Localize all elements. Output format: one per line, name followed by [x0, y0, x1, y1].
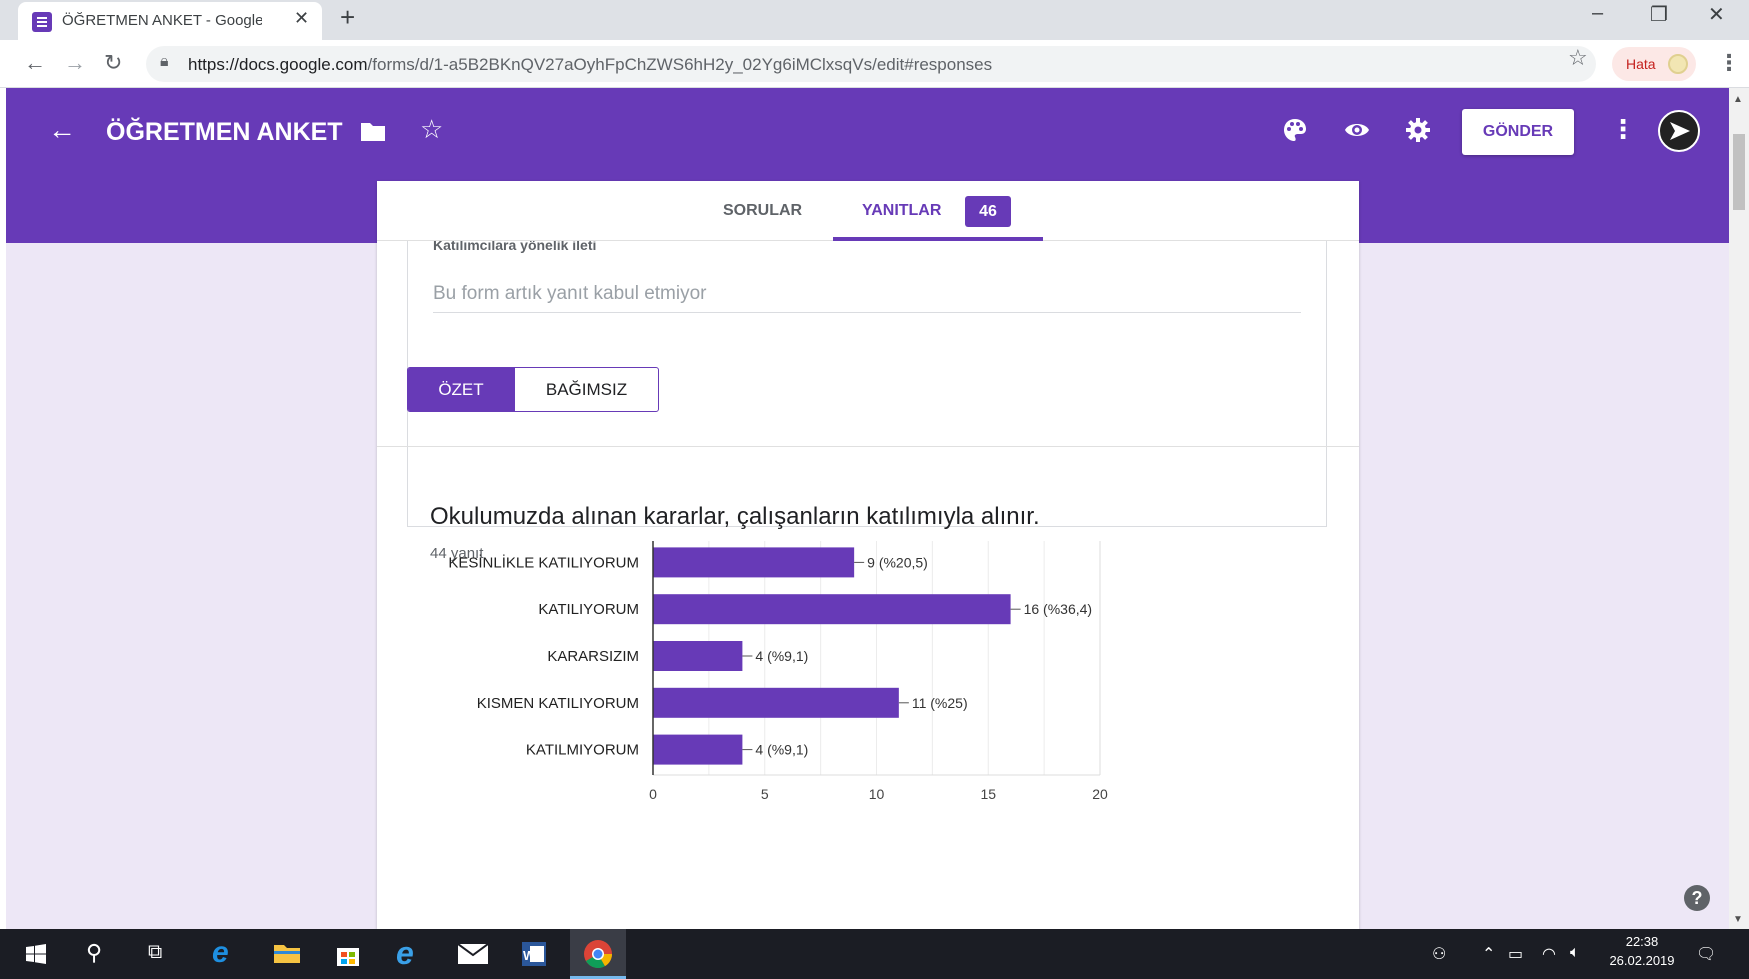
- more-options-icon[interactable]: ⋮: [1610, 114, 1636, 145]
- chart-data-label: 11 (%25): [912, 695, 968, 711]
- ie-taskbar-item[interactable]: e: [382, 929, 438, 979]
- chart-category-label: KATILIYORUM: [538, 601, 639, 618]
- form-title[interactable]: ÖĞRETMEN ANKET: [106, 118, 343, 147]
- chart-x-tick-label: 10: [869, 786, 885, 802]
- responses-card: Katılımcılara yönelik ileti Bu form artı…: [377, 181, 1359, 929]
- window-close-icon[interactable]: ✕: [1708, 2, 1725, 27]
- chart-category-label: KESİNLİKLE KATILIYORUM: [448, 553, 639, 571]
- browser-forward-icon[interactable]: →: [64, 50, 86, 76]
- tray-expand-icon[interactable]: ⌃: [1482, 944, 1495, 964]
- reload-icon[interactable]: ↻: [104, 50, 122, 76]
- send-button[interactable]: GÖNDER: [1462, 109, 1574, 155]
- responses-count-badge: 46: [965, 196, 1011, 227]
- browser-tabstrip: ÖĞRETMEN ANKET - Google For ✕ + – ❐ ✕: [0, 0, 1749, 40]
- chrome-taskbar-item[interactable]: [570, 929, 626, 979]
- system-clock[interactable]: 22:38 26.02.2019: [1600, 934, 1684, 968]
- chart-data-label: 9 (%20,5): [867, 554, 928, 570]
- browser-menu-icon[interactable]: ⋮: [1718, 50, 1740, 76]
- active-tab-indicator: [833, 237, 1043, 241]
- svg-text:W: W: [523, 948, 536, 963]
- people-icon[interactable]: ⚇: [1432, 944, 1446, 964]
- restore-icon[interactable]: ❐: [1650, 2, 1668, 27]
- bookmark-star-icon[interactable]: ☆: [1568, 45, 1588, 71]
- minimize-icon[interactable]: –: [1592, 2, 1603, 25]
- google-forms-favicon-icon: [32, 12, 52, 32]
- chart-category-label: KATILMIYORUM: [526, 742, 639, 759]
- chart-bar: [653, 734, 743, 765]
- windows-taskbar: ⚲ ⧉ e e W ⚇ ⌃ ▭ ◠ 🔈︎ 22:38 26.02.2019 🗨︎: [0, 929, 1749, 979]
- edge-icon: e: [212, 936, 229, 969]
- preview-eye-icon[interactable]: [1344, 117, 1370, 143]
- mail-icon: [458, 944, 488, 964]
- scroll-down-arrow-icon[interactable]: ▼: [1733, 914, 1743, 925]
- back-arrow-icon[interactable]: ←: [48, 114, 76, 146]
- chart-bar: [653, 687, 899, 718]
- profile-avatar-icon: [1668, 54, 1688, 74]
- windows-start-icon[interactable]: [26, 944, 46, 964]
- chart-data-label: 4 (%9,1): [755, 648, 808, 664]
- folder-icon[interactable]: [360, 120, 386, 142]
- url-host: https://docs.google.com: [188, 55, 368, 74]
- account-logo-icon: [1670, 122, 1690, 140]
- form-tabs: SORULAR YANITLAR 46: [377, 181, 1359, 241]
- chart-bar: [653, 547, 855, 578]
- task-view-icon[interactable]: ⧉: [148, 941, 162, 964]
- tab-questions[interactable]: SORULAR: [723, 202, 802, 220]
- chart-x-tick-label: 20: [1092, 786, 1108, 802]
- chart-category-label: KISMEN KATILIYORUM: [477, 695, 639, 712]
- search-icon[interactable]: ⚲: [86, 940, 102, 966]
- clock-time: 22:38: [1625, 934, 1659, 949]
- screen: ÖĞRETMEN ANKET - Google For ✕ + – ❐ ✕ ← …: [0, 0, 1749, 979]
- star-icon[interactable]: ☆: [420, 114, 443, 145]
- palette-icon[interactable]: [1282, 117, 1308, 143]
- notifications-icon[interactable]: 🗨︎: [1696, 944, 1716, 964]
- settings-gear-icon[interactable]: [1405, 117, 1431, 143]
- avatar[interactable]: [1658, 110, 1700, 152]
- store-bag-icon: [337, 948, 359, 966]
- browser-back-icon[interactable]: ←: [24, 50, 46, 76]
- edge-taskbar-item[interactable]: e: [198, 929, 254, 979]
- address-bar[interactable]: 🔒︎ https://docs.google.com/forms/d/1-a5B…: [146, 46, 1596, 82]
- response-bar-chart: 0 5 10 15 20 KESİNLİKLE KATILIYORUM 9 (%20,5) K…: [448, 541, 1108, 802]
- profile-error-chip[interactable]: Hata: [1612, 47, 1696, 81]
- help-icon[interactable]: ?: [1684, 885, 1710, 911]
- wifi-icon[interactable]: ◠: [1542, 944, 1556, 964]
- chrome-icon: [584, 940, 612, 968]
- word-taskbar-item[interactable]: W: [506, 929, 562, 979]
- chart-data-label: 4 (%9,1): [755, 742, 808, 758]
- browser-toolbar: ← → ↻ 🔒︎ https://docs.google.com/forms/d…: [0, 40, 1749, 88]
- chart-x-tick-label: 5: [761, 786, 769, 802]
- lock-icon: 🔒︎: [160, 53, 169, 70]
- internet-explorer-icon: e: [396, 935, 414, 971]
- chart-x-tick-label: 15: [980, 786, 996, 802]
- page-scrollbar[interactable]: ▲ ▼: [1729, 88, 1749, 929]
- word-icon: W: [522, 942, 546, 966]
- clock-date: 26.02.2019: [1609, 953, 1675, 968]
- explorer-taskbar-item[interactable]: [258, 929, 314, 979]
- chart-x-tick-label: 0: [649, 786, 657, 802]
- new-tab-icon[interactable]: +: [340, 2, 355, 33]
- volume-icon[interactable]: 🔈︎: [1570, 944, 1580, 962]
- chart-bar: [653, 594, 1011, 625]
- scroll-up-arrow-icon[interactable]: ▲: [1733, 94, 1743, 105]
- chart-category-label: KARARSIZIM: [547, 648, 639, 665]
- url-path: /forms/d/1-a5B2BKnQV27aOyhFpChZWS6hH2y_0…: [367, 55, 993, 74]
- error-chip-label: Hata: [1626, 56, 1656, 72]
- scrollbar-thumb[interactable]: [1733, 134, 1745, 210]
- battery-icon[interactable]: ▭: [1508, 944, 1523, 964]
- browser-tab[interactable]: ÖĞRETMEN ANKET - Google For ✕: [18, 2, 322, 40]
- store-taskbar-item[interactable]: [320, 929, 376, 979]
- tab-responses[interactable]: YANITLAR: [862, 202, 941, 220]
- url-text: https://docs.google.com/forms/d/1-a5B2BK…: [188, 55, 992, 75]
- chart-bar: [653, 641, 743, 671]
- file-explorer-icon: [274, 945, 300, 963]
- tab-title: ÖĞRETMEN ANKET - Google For: [62, 12, 262, 29]
- chart-data-label: 16 (%36,4): [1024, 601, 1092, 617]
- mail-taskbar-item[interactable]: [444, 929, 500, 979]
- close-tab-icon[interactable]: ✕: [294, 8, 309, 29]
